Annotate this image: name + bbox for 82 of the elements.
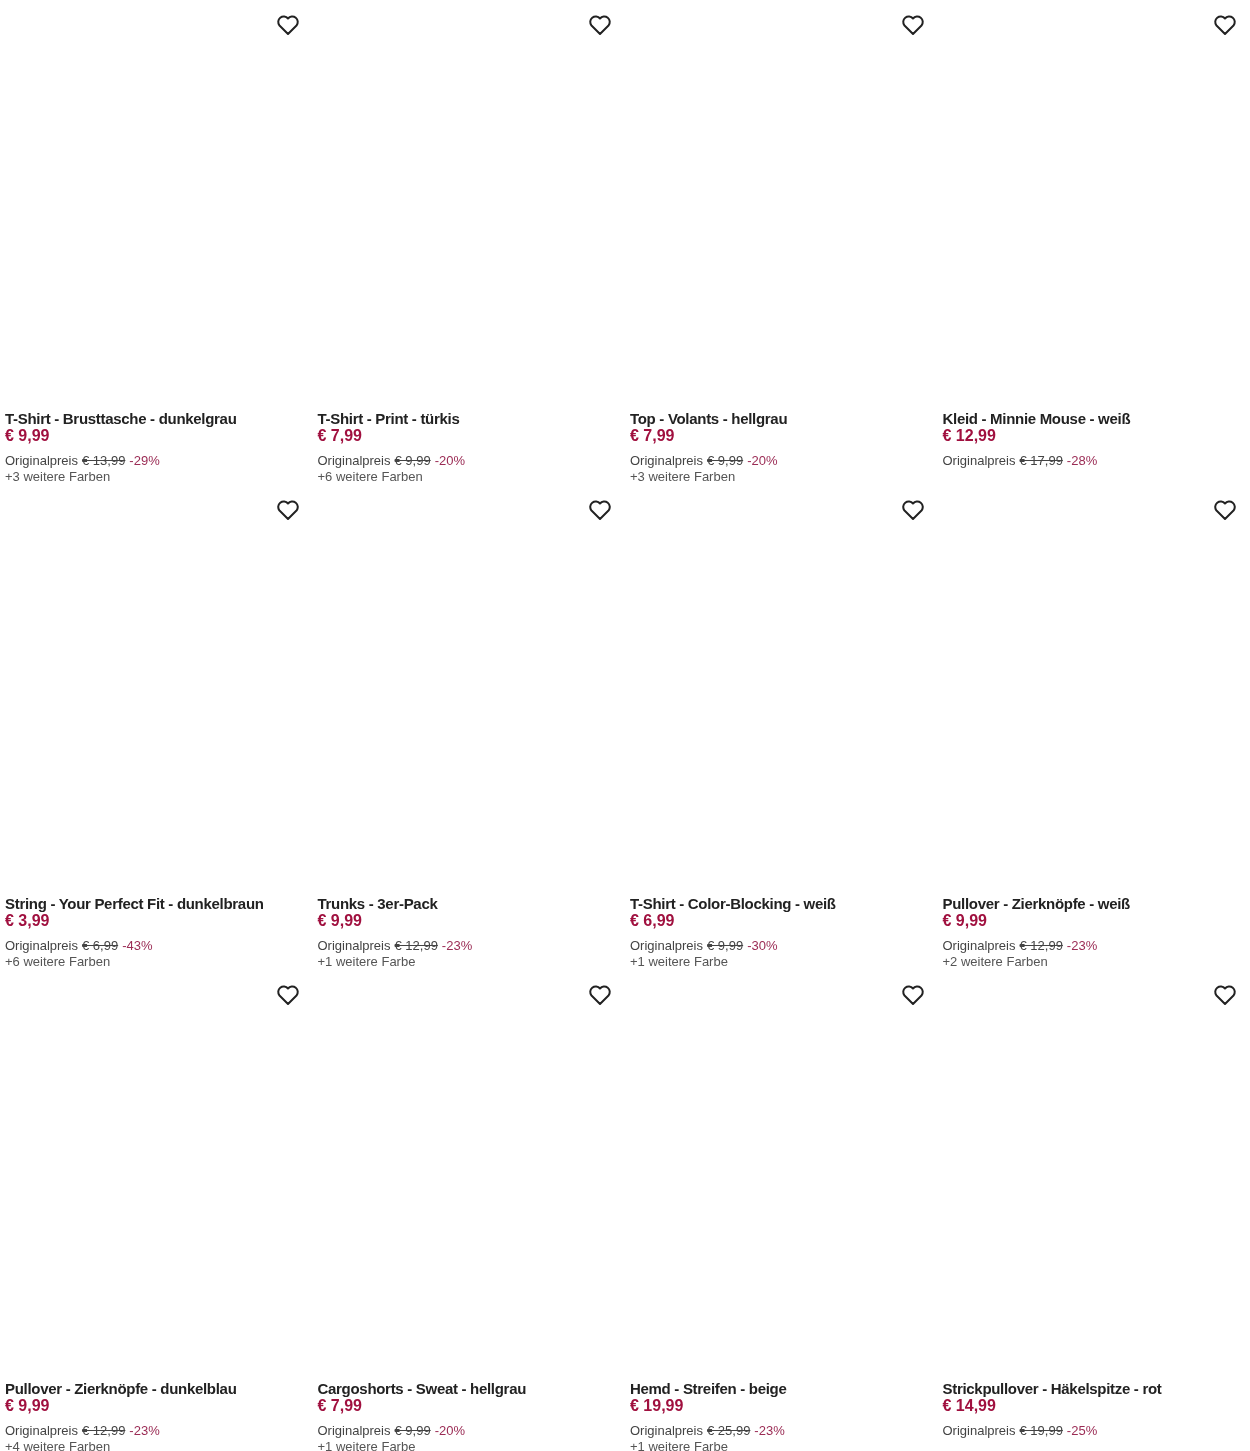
original-price-label: Originalpreis — [5, 453, 78, 469]
original-price-label: Originalpreis — [5, 1423, 78, 1439]
original-price-label: Originalpreis — [942, 938, 1016, 954]
sale-price: € 9,99 — [5, 1397, 50, 1415]
discount: -20% — [434, 453, 465, 469]
discount: -25% — [1066, 1423, 1098, 1439]
more-colors: +6 weitere Farben — [5, 954, 111, 970]
more-colors: +6 weitere Farben — [317, 469, 423, 485]
original-price: € 19,99 — [1019, 1423, 1063, 1439]
discount: -23% — [1066, 938, 1098, 954]
discount: -23% — [129, 1423, 160, 1439]
original-price-label: Originalpreis — [317, 938, 391, 954]
original-price: € 9,99 — [707, 453, 744, 469]
original-price: € 9,99 — [707, 938, 744, 954]
wishlist-heart-icon[interactable] — [588, 984, 612, 1006]
wishlist-heart-icon[interactable] — [275, 984, 300, 1006]
sale-price: € 7,99 — [317, 427, 362, 445]
original-price-label: Originalpreis — [630, 453, 703, 469]
sale-price: € 3,99 — [5, 912, 50, 930]
more-colors: +3 weitere Farben — [5, 469, 111, 485]
original-price-label: Originalpreis — [317, 1423, 391, 1439]
original-price: € 9,99 — [394, 453, 431, 469]
wishlist-heart-icon[interactable] — [275, 14, 300, 36]
product-title: T-Shirt - Color-Blocking - weiß — [630, 895, 836, 912]
product-title: Trunks - 3er-Pack — [317, 895, 438, 912]
original-price: € 13,99 — [82, 453, 126, 469]
product-title: Hemd - Streifen - beige — [630, 1380, 787, 1397]
discount: -28% — [1066, 453, 1098, 469]
more-colors: +3 weitere Farben — [630, 469, 736, 485]
discount: -23% — [441, 938, 473, 954]
original-price: € 12,99 — [394, 938, 438, 954]
product-title: Cargoshorts - Sweat - hellgrau — [317, 1380, 527, 1397]
product-title: Strickpullover - Häkelspitze - rot — [942, 1380, 1162, 1397]
original-price: € 9,99 — [394, 1423, 431, 1439]
wishlist-heart-icon[interactable] — [275, 499, 300, 521]
sale-price: € 6,99 — [630, 912, 675, 930]
wishlist-heart-icon[interactable] — [900, 499, 925, 521]
sale-price: € 9,99 — [317, 912, 362, 930]
original-price: € 12,99 — [1019, 938, 1063, 954]
product-title: T-Shirt - Print - türkis — [317, 410, 460, 427]
sale-price: € 9,99 — [5, 427, 50, 445]
wishlist-heart-icon[interactable] — [900, 984, 925, 1006]
product-title: Kleid - Minnie Mouse - weiß — [942, 410, 1131, 427]
sale-price: € 12,99 — [942, 427, 996, 445]
more-colors: +1 weitere Farbe — [317, 954, 416, 970]
discount: -23% — [754, 1423, 785, 1439]
more-colors: +2 weitere Farben — [942, 954, 1048, 970]
more-colors: +1 weitere Farbe — [630, 954, 728, 970]
wishlist-heart-icon[interactable] — [1213, 14, 1237, 36]
discount: -29% — [129, 453, 160, 469]
original-price-label: Originalpreis — [942, 453, 1016, 469]
original-price: € 6,99 — [82, 938, 119, 954]
original-price: € 17,99 — [1019, 453, 1063, 469]
original-price: € 25,99 — [707, 1423, 751, 1439]
product-title: Pullover - Zierknöpfe - dunkelblau — [5, 1380, 237, 1397]
more-colors: +1 weitere Farbe — [630, 1439, 728, 1451]
discount: -20% — [747, 453, 778, 469]
sale-price: € 7,99 — [630, 427, 675, 445]
original-price-label: Originalpreis — [317, 453, 391, 469]
product-title: Top - Volants - hellgrau — [630, 410, 788, 427]
discount: -30% — [747, 938, 778, 954]
discount: -20% — [434, 1423, 465, 1439]
sale-price: € 9,99 — [942, 912, 987, 930]
more-colors: +4 weitere Farben — [5, 1439, 111, 1451]
original-price-label: Originalpreis — [630, 938, 703, 954]
wishlist-heart-icon[interactable] — [588, 14, 612, 36]
original-price-label: Originalpreis — [5, 938, 78, 954]
original-price-label: Originalpreis — [630, 1423, 703, 1439]
discount: -43% — [122, 938, 153, 954]
sale-price: € 19,99 — [630, 1397, 684, 1415]
wishlist-heart-icon[interactable] — [900, 14, 925, 36]
more-colors: +1 weitere Farbe — [317, 1439, 416, 1451]
wishlist-heart-icon[interactable] — [1213, 499, 1237, 521]
original-price-label: Originalpreis — [942, 1423, 1016, 1439]
sale-price: € 7,99 — [317, 1397, 362, 1415]
product-title: T-Shirt - Brusttasche - dunkelgrau — [5, 410, 237, 427]
product-title: String - Your Perfect Fit - dunkelbraun — [5, 895, 264, 912]
wishlist-heart-icon[interactable] — [1213, 984, 1237, 1006]
wishlist-heart-icon[interactable] — [588, 499, 612, 521]
sale-price: € 14,99 — [942, 1397, 996, 1415]
original-price: € 12,99 — [82, 1423, 126, 1439]
product-title: Pullover - Zierknöpfe - weiß — [942, 895, 1130, 912]
